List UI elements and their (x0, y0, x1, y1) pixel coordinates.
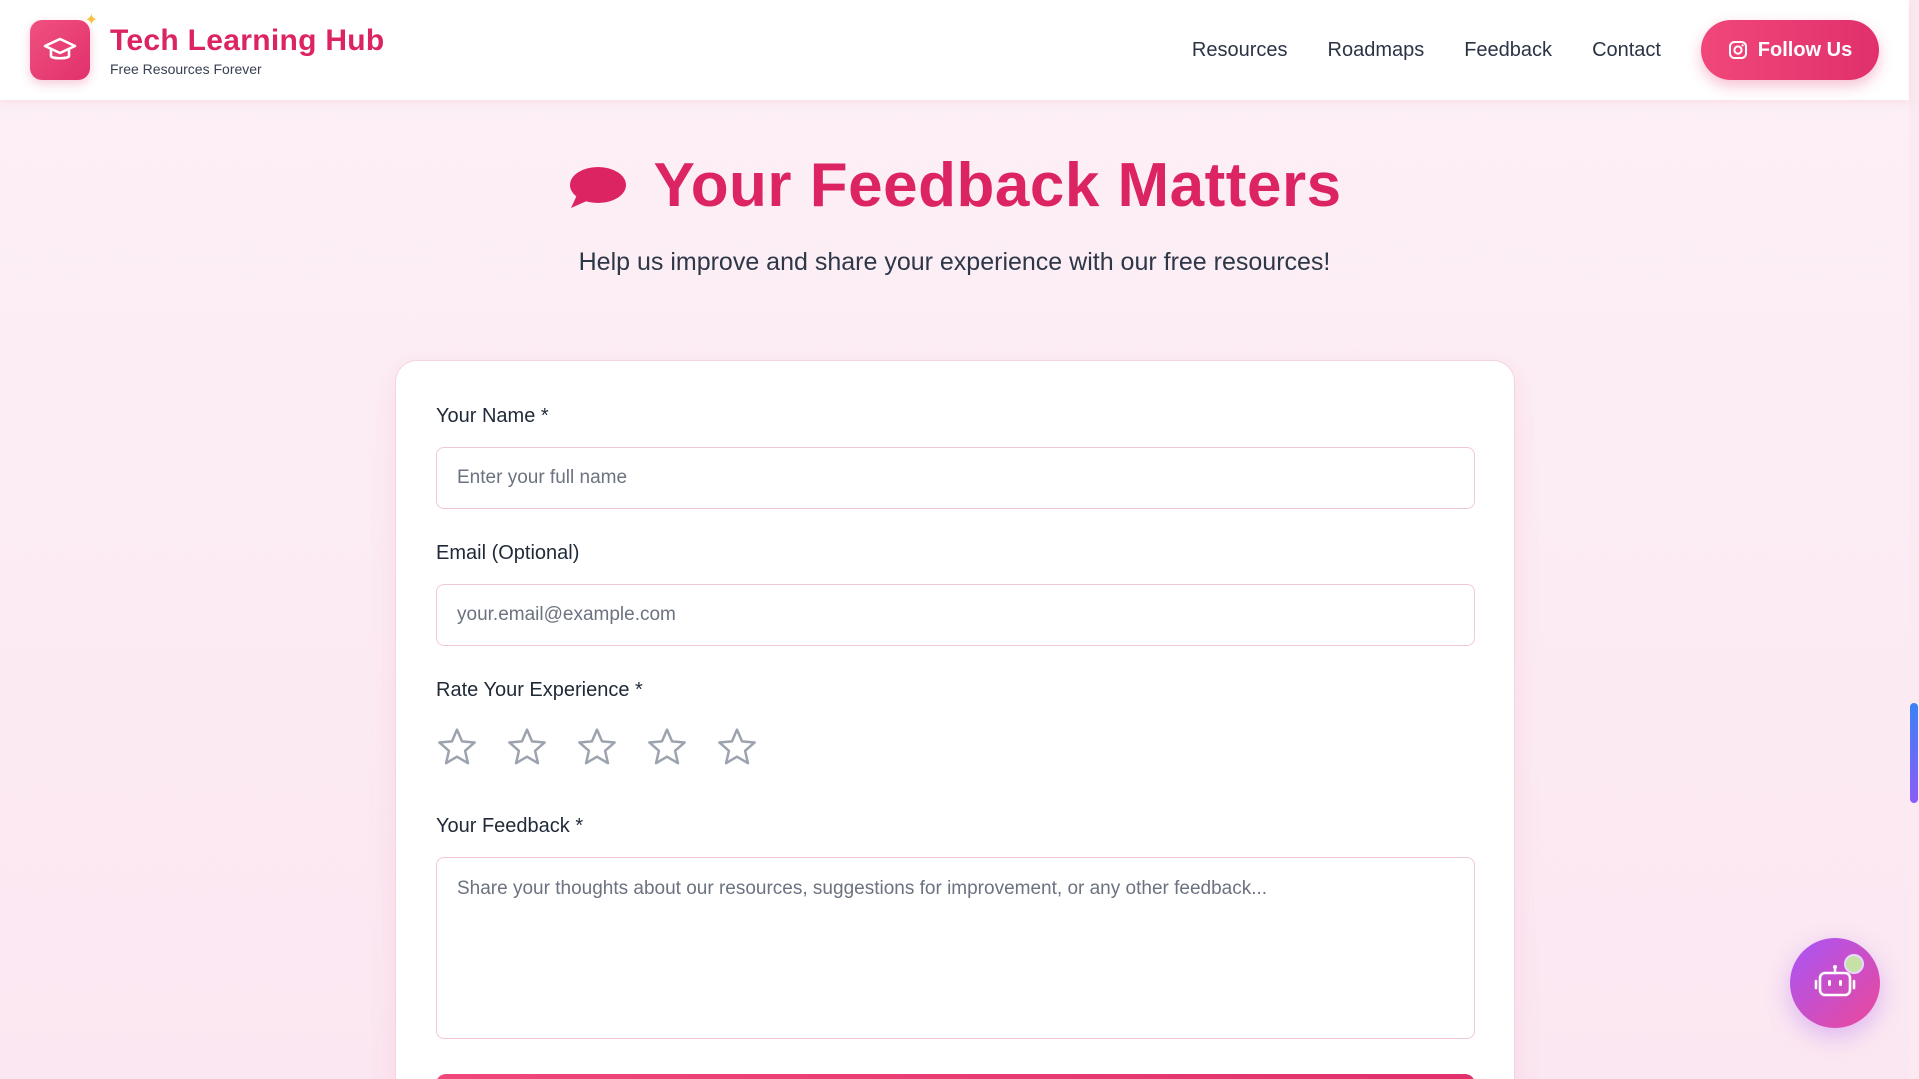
chatbot-button[interactable] (1790, 938, 1880, 1028)
graduation-cap-icon (43, 37, 77, 60)
email-label: Email (Optional) (436, 542, 580, 564)
star-icon[interactable] (716, 726, 758, 768)
follow-us-label: Follow Us (1757, 38, 1853, 61)
logo-badge (30, 20, 90, 80)
brand[interactable]: Tech Learning Hub Free Resources Forever (110, 24, 385, 77)
submit-button[interactable] (436, 1074, 1475, 1079)
nav-resources[interactable]: Resources (1192, 39, 1288, 62)
instagram-icon (1728, 41, 1747, 59)
name-label: Your Name * (436, 405, 549, 427)
nav-feedback[interactable]: Feedback (1464, 39, 1552, 62)
nav-contact[interactable]: Contact (1592, 39, 1661, 62)
scrollbar-track[interactable] (1909, 0, 1919, 1079)
online-status-dot (1844, 954, 1864, 974)
star-rating (436, 726, 786, 768)
nav-roadmaps[interactable]: Roadmaps (1328, 39, 1425, 62)
feedback-form-card: Your Name * Email (Optional) Rate Your E… (395, 360, 1515, 1079)
follow-us-button[interactable]: Follow Us (1701, 20, 1879, 80)
star-icon[interactable] (436, 726, 478, 768)
scrollbar-thumb[interactable] (1910, 703, 1918, 803)
star-icon[interactable] (506, 726, 548, 768)
hero-heading: Your Feedback Matters (0, 150, 1909, 221)
star-icon[interactable] (646, 726, 688, 768)
brand-subtitle: Free Resources Forever (110, 60, 262, 77)
site-header: ✦ Tech Learning Hub Free Resources Forev… (0, 0, 1909, 100)
name-input[interactable] (436, 447, 1475, 509)
speech-bubble-icon (570, 166, 627, 208)
feedback-label: Your Feedback * (436, 815, 584, 837)
email-input[interactable] (436, 584, 1475, 646)
page-subtitle: Help us improve and share your experienc… (578, 248, 1331, 276)
page-title: Your Feedback Matters (653, 151, 1342, 220)
rating-label: Rate Your Experience * (436, 679, 643, 701)
star-icon[interactable] (576, 726, 618, 768)
brand-title[interactable]: Tech Learning Hub (110, 24, 385, 58)
main-nav: Resources Roadmaps Feedback Contact Foll… (1152, 20, 1879, 80)
feedback-textarea[interactable] (436, 857, 1475, 1039)
logo[interactable]: ✦ (30, 12, 98, 80)
sparkle-icon: ✦ (84, 10, 98, 29)
